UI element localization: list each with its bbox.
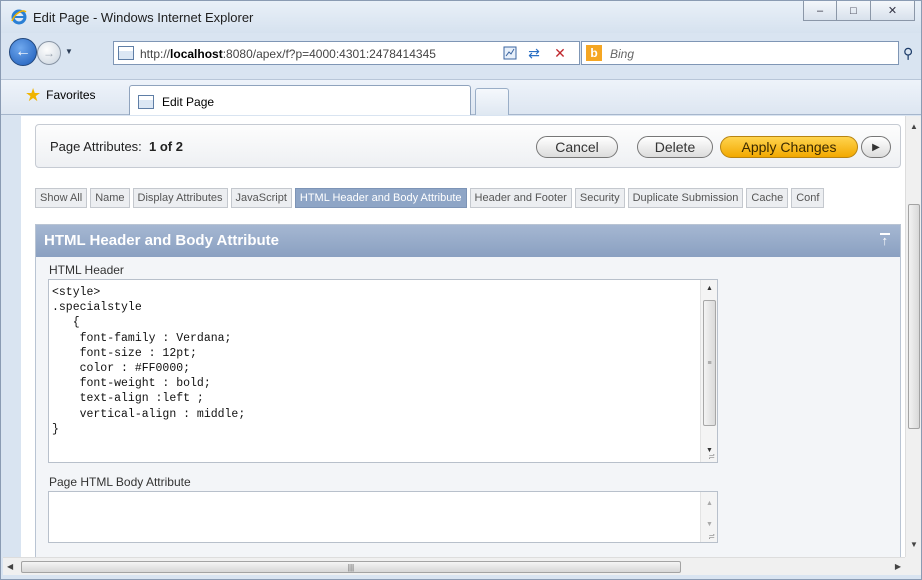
page-vscroll-thumb[interactable] [908, 204, 920, 429]
page-attributes-label: Page Attributes: 1 of 2 [50, 139, 183, 154]
scrollbar-corner [905, 557, 921, 575]
navigation-bar: ← → ▼ http://localhost:8080/apex/f?p=400… [1, 35, 921, 67]
tab-html-header-body[interactable]: HTML Header and Body Attribute [294, 188, 467, 208]
title-bar: Edit Page - Windows Internet Explorer – … [1, 1, 921, 33]
tab-show-all[interactable]: Show All [35, 188, 88, 208]
cancel-button[interactable]: Cancel [536, 136, 618, 158]
code-line: color : #FF0000; [52, 361, 191, 375]
page-attributes-bar: Page Attributes: 1 of 2 Cancel Delete Ap… [35, 124, 901, 168]
html-header-region: HTML Header and Body Attribute ↑ HTML He… [35, 224, 901, 557]
code-line: { [52, 316, 80, 330]
tab-conf[interactable]: Conf [791, 188, 825, 208]
browser-window: Edit Page - Windows Internet Explorer – … [0, 0, 922, 580]
body-scroll-up-icon[interactable]: ▲ [706, 500, 713, 507]
body-attribute-label: Page HTML Body Attribute [49, 475, 191, 489]
ie-logo-icon [11, 9, 27, 25]
window-title: Edit Page - Windows Internet Explorer [33, 10, 254, 25]
page-icon [118, 46, 134, 60]
page-scroll-down-icon[interactable]: ▼ [910, 540, 918, 549]
body-scroll-down-icon[interactable]: ▼ [706, 521, 713, 528]
code-line: font-size : 12pt; [52, 346, 197, 360]
back-arrow-icon: ← [15, 43, 31, 60]
code-line: font-weight : bold; [52, 377, 211, 391]
code-line: text-align :left ; [52, 392, 204, 406]
close-button[interactable]: ✕ [871, 1, 915, 21]
code-line: <style> [52, 286, 101, 299]
search-placeholder: Bing [610, 47, 635, 61]
compatibility-icon[interactable] [501, 44, 519, 62]
next-page-button[interactable]: ▶ [861, 136, 891, 158]
tab-cache[interactable]: Cache [746, 188, 789, 208]
section-tabs: Show All Name Display Attributes JavaScr… [35, 188, 825, 208]
forward-arrow-icon: → [43, 46, 55, 60]
history-dropdown-icon[interactable]: ▼ [65, 47, 73, 56]
region-header: HTML Header and Body Attribute ↑ [36, 225, 900, 257]
tab-security[interactable]: Security [574, 188, 625, 208]
back-button[interactable]: ← [9, 38, 37, 66]
page-horizontal-scrollbar[interactable]: ◀ ||| ▶ [3, 557, 905, 575]
favorites-label: Favorites [46, 88, 96, 102]
page-viewport: Page Attributes: 1 of 2 Cancel Delete Ap… [21, 116, 905, 557]
search-icon[interactable]: ⚲ [903, 45, 913, 62]
body-resize-grip-icon[interactable]: ≓ [708, 532, 715, 541]
minimize-button[interactable]: – [803, 1, 837, 21]
scrollbar-thumb[interactable]: ≡ [703, 300, 716, 426]
html-header-code: <style> .specialstyle { font-family : Ver… [49, 286, 717, 438]
code-line: vertical-align : middle; [52, 407, 246, 421]
window-controls: – □ ✕ [803, 1, 915, 23]
delete-button[interactable]: Delete [637, 136, 713, 158]
favorites-button[interactable]: ★ Favorites [25, 85, 96, 105]
region-body: HTML Header <style> .specialstyle { font-… [36, 257, 900, 557]
body-attribute-textarea[interactable]: ▲ ▼ ≓ [48, 491, 718, 543]
html-header-label: HTML Header [49, 263, 124, 277]
body-attribute-value [49, 492, 717, 507]
tab-display-attributes[interactable]: Display Attributes [132, 188, 228, 208]
code-line: } [52, 422, 59, 436]
new-tab-button[interactable] [475, 88, 509, 115]
page-hscroll-thumb[interactable]: ||| [21, 561, 681, 573]
code-line: .specialstyle [52, 301, 142, 315]
tab-page-icon [138, 95, 154, 109]
textarea-scrollbar[interactable]: ▲ ≡ ▼ [700, 280, 717, 462]
resize-grip-icon[interactable]: ≓ [708, 452, 715, 461]
region-title: HTML Header and Body Attribute [44, 232, 280, 249]
tab-javascript[interactable]: JavaScript [230, 188, 292, 208]
refresh-icon[interactable]: ⇄ [525, 44, 543, 62]
favorites-star-icon: ★ [25, 85, 42, 105]
browser-tab[interactable]: Edit Page [129, 85, 471, 115]
apply-changes-button[interactable]: Apply Changes [720, 136, 858, 158]
forward-button[interactable]: → [37, 41, 61, 65]
url-text[interactable]: http://localhost:8080/apex/f?p=4000:4301… [140, 47, 436, 61]
maximize-button[interactable]: □ [837, 1, 871, 21]
search-box[interactable]: b Bing [581, 41, 899, 65]
page-scroll-right-icon[interactable]: ▶ [895, 562, 901, 571]
stop-icon[interactable]: ✕ [551, 44, 569, 62]
tab-duplicate-submission[interactable]: Duplicate Submission [627, 188, 744, 208]
favorites-bar: ★ Favorites Edit Page [1, 79, 921, 115]
page-vertical-scrollbar[interactable]: ▲ ▼ [905, 116, 921, 557]
page-scroll-up-icon[interactable]: ▲ [910, 122, 918, 131]
scroll-up-icon[interactable]: ▲ [706, 285, 713, 292]
scroll-to-top-icon[interactable]: ↑ [879, 233, 890, 247]
page-position: 1 of 2 [149, 139, 183, 154]
tab-title: Edit Page [162, 95, 215, 109]
bing-icon: b [586, 45, 602, 61]
tab-name[interactable]: Name [90, 188, 130, 208]
tab-header-footer[interactable]: Header and Footer [469, 188, 572, 208]
code-line: font-family : Verdana; [52, 331, 232, 345]
html-header-textarea[interactable]: <style> .specialstyle { font-family : Ver… [48, 279, 718, 463]
page-scroll-left-icon[interactable]: ◀ [7, 562, 13, 571]
